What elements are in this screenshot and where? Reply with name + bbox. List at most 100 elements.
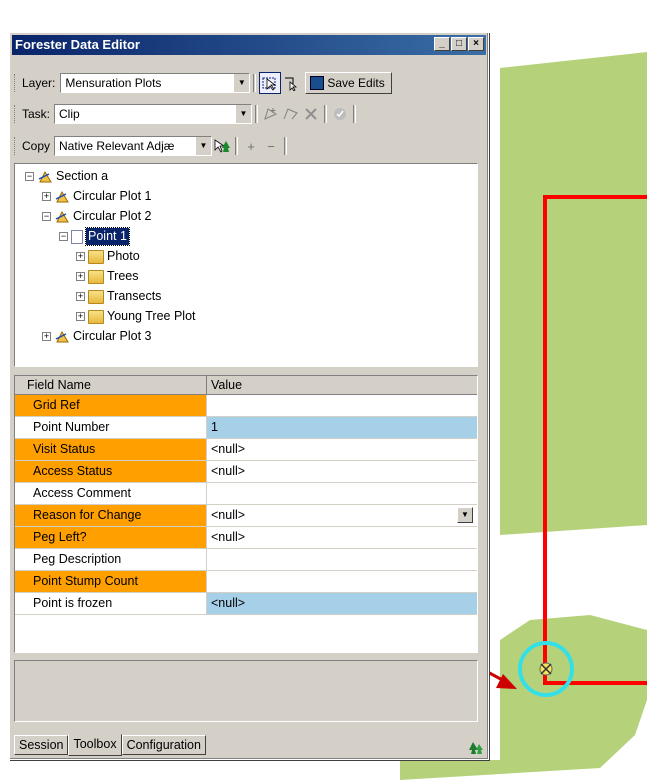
toolbar-grip[interactable]: [14, 105, 18, 123]
add-button[interactable]: +: [241, 136, 261, 156]
toolbar-separator: [253, 74, 257, 92]
table-row[interactable]: Point Stump Count: [15, 571, 477, 593]
table-row[interactable]: Access Status <null>: [15, 461, 477, 483]
toolbar-grip[interactable]: [14, 137, 18, 155]
table-row[interactable]: Point Number 1: [15, 417, 477, 439]
save-edits-label: Save Edits: [327, 76, 385, 90]
tree-node-label: Photo: [107, 249, 140, 263]
field-value-cell[interactable]: [207, 483, 477, 504]
table-row[interactable]: Access Comment: [15, 483, 477, 505]
folder-icon: [88, 249, 104, 264]
table-row[interactable]: Visit Status <null>: [15, 439, 477, 461]
task-select[interactable]: Clip ▼: [54, 104, 253, 124]
close-button[interactable]: ×: [468, 37, 484, 51]
remove-button[interactable]: −: [261, 136, 281, 156]
tree-node[interactable]: − Section a: [25, 168, 108, 185]
layer-label: Layer:: [22, 76, 56, 90]
field-value-cell[interactable]: <null>: [207, 527, 477, 548]
field-value-cell[interactable]: <null>: [207, 461, 477, 482]
chevron-down-icon[interactable]: ▼: [457, 507, 473, 523]
table-row[interactable]: Peg Left? <null>: [15, 527, 477, 549]
collapse-icon[interactable]: −: [25, 172, 34, 181]
field-value-cell[interactable]: <null> ▼: [207, 505, 477, 526]
field-name-cell: Visit Status: [15, 439, 207, 460]
plot-icon: [54, 190, 70, 204]
value-header[interactable]: Value: [207, 376, 477, 394]
field-value-text: <null>: [211, 508, 246, 522]
toolbar-grip[interactable]: [14, 74, 18, 92]
field-value-cell[interactable]: <null>: [207, 593, 477, 614]
title-bar[interactable]: Forester Data Editor _ □ ×: [12, 35, 486, 55]
feature-tree[interactable]: − Section a + Circular Plot 1 − Circular Plot…: [14, 163, 478, 367]
sketch-tool-icon[interactable]: [261, 104, 281, 124]
plot-icon: [54, 330, 70, 344]
chevron-down-icon[interactable]: ▼: [195, 137, 212, 155]
tab-toolbox[interactable]: Toolbox: [68, 734, 122, 756]
table-row[interactable]: Point is frozen <null>: [15, 593, 477, 615]
delete-icon[interactable]: [301, 104, 321, 124]
attribute-grid[interactable]: Field Name Value Grid Ref Point Number 1 Vi…: [14, 375, 478, 653]
tree-node[interactable]: + Trees: [76, 268, 139, 285]
minimize-button[interactable]: _: [434, 37, 450, 51]
tree-node[interactable]: + Young Tree Plot: [76, 308, 196, 325]
field-name-cell: Point is frozen: [15, 593, 207, 614]
collapse-icon[interactable]: −: [42, 212, 51, 221]
tab-session[interactable]: Session: [14, 735, 69, 755]
copy-toolbar: Copy Native Relevant Adjæ ▼ + −: [14, 133, 290, 159]
tree-node[interactable]: − Point 1: [59, 227, 130, 246]
collapse-icon[interactable]: −: [59, 232, 68, 241]
field-value-cell[interactable]: [207, 549, 477, 570]
table-row[interactable]: Peg Description: [15, 549, 477, 571]
task-select-value: Clip: [59, 107, 80, 121]
toolbar-separator: [324, 105, 328, 123]
save-icon: [310, 76, 325, 90]
field-value-text: <null>: [211, 596, 246, 610]
expand-icon[interactable]: +: [76, 272, 85, 281]
trace-tool-icon[interactable]: [281, 104, 301, 124]
remove-label: −: [267, 138, 275, 154]
plot-icon: [54, 210, 70, 224]
tree-node[interactable]: + Circular Plot 3: [42, 328, 152, 345]
expand-icon[interactable]: +: [76, 252, 85, 261]
field-value-cell[interactable]: [207, 571, 477, 592]
tree-node[interactable]: + Circular Plot 1: [42, 188, 152, 205]
expand-icon[interactable]: +: [42, 192, 51, 201]
layer-select[interactable]: Mensuration Plots ▼: [60, 73, 251, 93]
copy-features-icon[interactable]: [212, 136, 232, 156]
folder-icon: [88, 289, 104, 304]
tree-node[interactable]: + Photo: [76, 248, 140, 265]
field-value-cell[interactable]: 1: [207, 417, 477, 438]
table-row[interactable]: Grid Ref: [15, 395, 477, 417]
copy-select-value: Native Relevant Adjæ: [59, 139, 175, 153]
tree-node[interactable]: + Transects: [76, 288, 161, 305]
plot-icon: [37, 170, 53, 184]
field-value-cell[interactable]: [207, 395, 477, 416]
expand-icon[interactable]: +: [76, 292, 85, 301]
field-name-cell: Reason for Change: [15, 505, 207, 526]
field-value-cell[interactable]: <null>: [207, 439, 477, 460]
save-edits-button[interactable]: Save Edits: [305, 72, 392, 94]
tree-node-label: Circular Plot 1: [73, 189, 152, 203]
folder-icon: [88, 269, 104, 284]
tree-node-label: Point 1: [85, 227, 130, 246]
maximize-button[interactable]: □: [451, 37, 467, 51]
task-toolbar: Task: Clip ▼: [14, 101, 359, 127]
chevron-down-icon[interactable]: ▼: [233, 74, 250, 92]
chevron-down-icon[interactable]: ▼: [235, 105, 252, 123]
field-value-text: <null>: [211, 530, 246, 544]
copy-select[interactable]: Native Relevant Adjæ ▼: [54, 136, 213, 156]
expand-icon[interactable]: +: [76, 312, 85, 321]
finish-sketch-icon[interactable]: [330, 104, 350, 124]
field-name-cell: Peg Description: [15, 549, 207, 570]
select-feature-icon[interactable]: [259, 72, 282, 94]
expand-icon[interactable]: +: [42, 332, 51, 341]
map-polygon-upper[interactable]: [500, 52, 647, 535]
tab-configuration[interactable]: Configuration: [121, 735, 206, 755]
field-description-panel: [14, 660, 478, 722]
table-row[interactable]: Reason for Change <null> ▼: [15, 505, 477, 527]
add-label: +: [247, 138, 255, 154]
field-name-header[interactable]: Field Name: [15, 376, 207, 394]
tree-node[interactable]: − Circular Plot 2: [42, 208, 152, 225]
tab-bar: Session Toolbox Configuration: [14, 734, 206, 757]
edit-vertices-icon[interactable]: [281, 73, 301, 93]
